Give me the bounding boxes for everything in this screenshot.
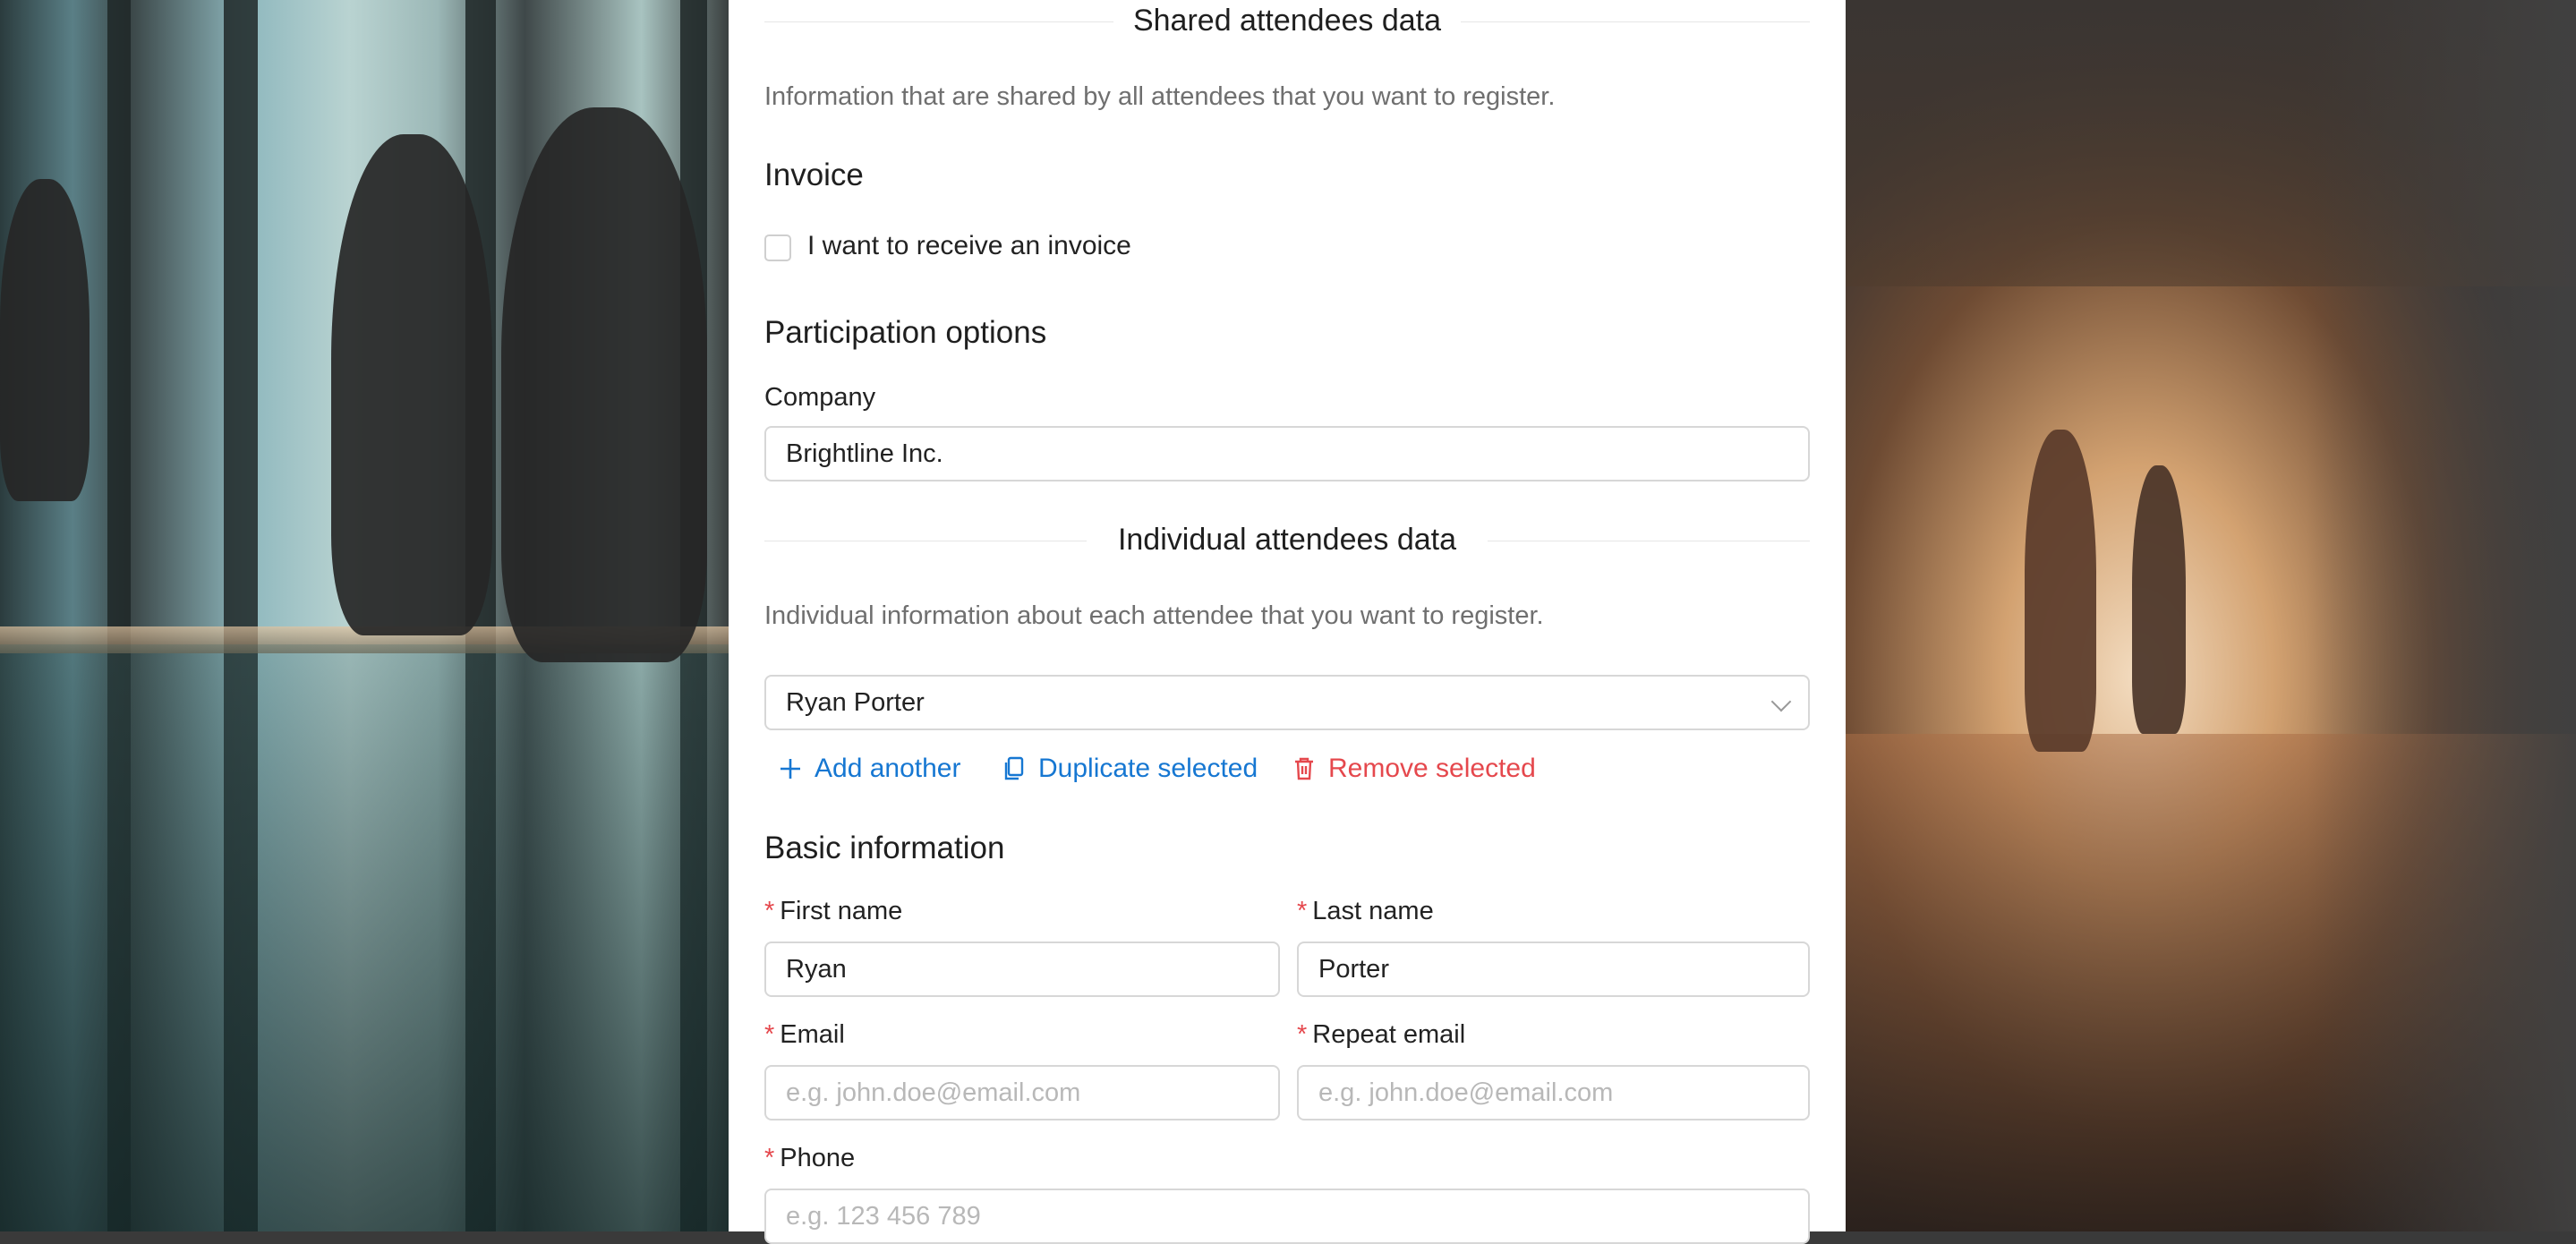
duplicate-selected-label: Duplicate selected xyxy=(1038,754,1258,783)
plus-icon xyxy=(779,757,802,780)
required-asterisk: * xyxy=(1297,1020,1308,1049)
repeat-email-input[interactable]: e.g. john.doe@email.com xyxy=(1297,1065,1810,1120)
remove-selected-button[interactable]: Remove selected xyxy=(1292,754,1536,784)
shared-attendees-title: Shared attendees data xyxy=(1132,4,1442,38)
chevron-down-icon xyxy=(1770,691,1792,712)
invoice-checkbox-label[interactable]: I want to receive an invoice xyxy=(807,231,1131,261)
participation-options-heading: Participation options xyxy=(764,315,1047,350)
background-photo-left xyxy=(0,0,729,1231)
individual-attendees-description: Individual information about each attend… xyxy=(764,601,1544,630)
required-asterisk: * xyxy=(764,1144,775,1172)
trash-icon xyxy=(1292,756,1316,781)
required-asterisk: * xyxy=(764,897,775,925)
email-label: * Email xyxy=(764,1020,845,1049)
first-name-label: * First name xyxy=(764,897,903,925)
phone-input[interactable]: e.g. 123 456 789 xyxy=(764,1189,1810,1244)
shared-attendees-divider: Shared attendees data xyxy=(764,4,1810,38)
attendee-select[interactable]: Ryan Porter xyxy=(764,675,1810,730)
registration-form-panel: Shared attendees data Information that a… xyxy=(729,0,1846,1244)
last-name-label: * Last name xyxy=(1297,897,1434,925)
required-asterisk: * xyxy=(1297,897,1308,925)
background-photo-right xyxy=(1846,0,2576,1231)
company-input[interactable]: Brightline Inc. xyxy=(764,426,1810,481)
duplicate-selected-button[interactable]: Duplicate selected xyxy=(1002,754,1258,784)
add-another-label: Add another xyxy=(815,754,961,783)
shared-attendees-description: Information that are shared by all atten… xyxy=(764,82,1556,111)
copy-icon xyxy=(1002,756,1026,781)
first-name-input[interactable]: Ryan xyxy=(764,942,1280,997)
basic-information-heading: Basic information xyxy=(764,831,1005,865)
phone-label: * Phone xyxy=(764,1144,856,1172)
company-label: Company xyxy=(764,383,876,412)
required-asterisk: * xyxy=(764,1020,775,1049)
remove-selected-label: Remove selected xyxy=(1328,754,1536,783)
last-name-input[interactable]: Porter xyxy=(1297,942,1810,997)
attendee-select-value: Ryan Porter xyxy=(786,688,925,717)
invoice-checkbox[interactable] xyxy=(764,234,791,261)
invoice-heading: Invoice xyxy=(764,158,864,192)
repeat-email-label: * Repeat email xyxy=(1297,1020,1466,1049)
individual-attendees-divider: Individual attendees data xyxy=(764,523,1810,557)
individual-attendees-title: Individual attendees data xyxy=(1117,523,1457,557)
add-another-button[interactable]: Add another xyxy=(779,754,960,784)
email-input[interactable]: e.g. john.doe@email.com xyxy=(764,1065,1280,1120)
